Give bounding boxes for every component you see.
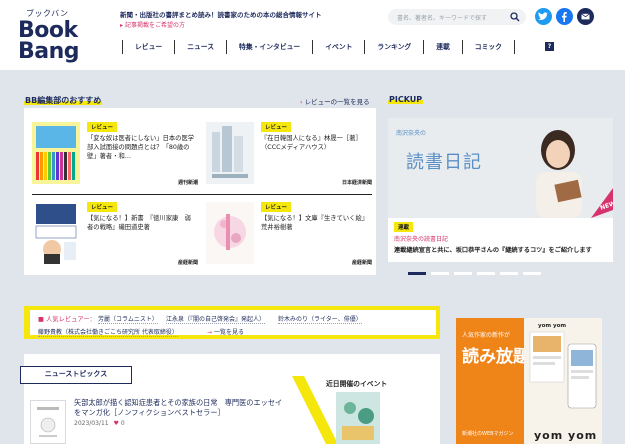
chevron-right-icon: › [300, 98, 303, 106]
help-icon[interactable]: ? [545, 42, 554, 51]
main-nav: レビュー ニュース 特集・インタビュー イベント ランキング 連載 コミック [122, 40, 515, 54]
nav-news[interactable]: ニュース [174, 40, 226, 54]
carousel-dot[interactable] [454, 272, 472, 275]
nav-series[interactable]: 連載 [423, 40, 462, 54]
review-badge: レビュー [87, 202, 118, 212]
pickup-banner[interactable]: 南沢奈央の 読書日記 NEW [388, 118, 613, 218]
pick-source: 産経新聞 [351, 260, 372, 266]
picks-panel: レビュー 「変な奴は医者にしない」日本の医学部入試面接の問題点とは？「80歳の壁… [24, 108, 376, 275]
search-box[interactable]: 書名、著者名、キーワードで探す [388, 9, 526, 25]
mail-icon[interactable] [577, 8, 594, 25]
twitter-icon[interactable] [535, 8, 552, 25]
news-item-date: 2023/03/11 [74, 420, 109, 427]
magazine-screenshots [529, 331, 597, 409]
picks-title: BB編集部のおすすめ [24, 95, 103, 106]
arrow-right-icon: → [207, 329, 214, 336]
book-cover [32, 202, 80, 264]
pickup-caption[interactable]: 連載 南沢奈央の読書日記 連載継続宣言と共に、坂口恭平さんの『継続するコツ』をご… [388, 218, 613, 262]
carousel-dot[interactable] [431, 272, 449, 275]
pickup-sub: 南沢奈央の読書日記 [394, 236, 449, 243]
upcoming-events-heading: 近日開催のイベント [326, 380, 388, 388]
event-thumbnail[interactable] [336, 392, 380, 444]
carousel-dot[interactable] [477, 272, 495, 275]
nav-ranking[interactable]: ランキング [364, 40, 423, 54]
pick-source: 産経新聞 [177, 260, 198, 266]
pickup-image-label: 南沢奈央の [396, 130, 427, 137]
pick-source: 日本経済新聞 [341, 180, 372, 186]
pick-card[interactable]: レビュー 『在日韓国人になる』林晟一［著］（CCCメディアハウス） 日本経済新聞 [206, 122, 374, 190]
site-logo[interactable]: ブックバン Book Bang [18, 8, 88, 64]
pick-title[interactable]: 【気になる！】文庫『生きていく絵』荒井裕樹著 [261, 214, 371, 232]
reviewer-link[interactable]: 鈴木みのり（ライター、俳優） [278, 314, 362, 324]
advert-brand-big: yom yom [534, 429, 598, 442]
yomyom-advert[interactable]: 人気作家の新作が 読み放題 yom yom 新潮社のWEBマガジン yom yo… [456, 318, 602, 444]
pick-card[interactable]: レビュー 【気になる！】文庫『生きていく絵』荒井裕樹著 産経新聞 [206, 202, 374, 270]
news-topics-heading: ニューストピックス [20, 366, 132, 384]
search-icon[interactable] [510, 12, 520, 22]
carousel-dot[interactable] [500, 272, 518, 275]
logo-word-bang: Bang [18, 39, 80, 64]
advert-brand: yom yom [538, 323, 567, 329]
new-ribbon: NEW [591, 188, 613, 218]
picks-more-label: レビューの一覧を見る [304, 98, 370, 106]
picks-more-link[interactable]: › レビューの一覧を見る [300, 96, 370, 106]
news-item-meta: 2023/03/11 ♥ 0 [74, 420, 125, 427]
pick-source: 週刊新潮 [177, 180, 198, 186]
pick-card[interactable]: レビュー 「変な奴は医者にしない」日本の医学部入試面接の問題点とは？「80歳の壁… [32, 122, 200, 190]
recruit-label: 記事掲載をご希望の方 [125, 22, 186, 29]
facebook-icon[interactable] [556, 8, 573, 25]
arrow-icon: ▸ [120, 22, 124, 29]
advert-headline: 読み放題 [462, 347, 530, 367]
news-item-title[interactable]: 矢部太郎が描く認知症患者とその家族の日常 専門医のエッセイをマンガ化［ノンフィク… [74, 398, 288, 419]
nav-features[interactable]: 特集・インタビュー [226, 40, 312, 54]
advert-right-panel [524, 318, 602, 444]
pick-title[interactable]: 『在日韓国人になる』林晟一［著］（CCCメディアハウス） [261, 134, 371, 152]
site-header: ブックバン Book Bang 新聞・出版社の書評まとめ読み！読書家のための本の… [0, 0, 625, 70]
advert-caption: 新潮社のWEBマガジン [462, 431, 514, 437]
news-thumbnail[interactable] [30, 400, 66, 444]
reviewer-link[interactable]: 藤野貴教（株式会社働きごこち研究所 代表取締役） [38, 327, 178, 337]
heart-icon: ♥ [113, 420, 119, 427]
nav-events[interactable]: イベント [312, 40, 364, 54]
nav-review[interactable]: レビュー [122, 40, 174, 54]
pick-title[interactable]: 【気になる！】新書 『徳川家康 弱者の戦略』磯田道史著 [87, 214, 197, 232]
reviewers-label: ■ 人気レビュアー： [38, 316, 96, 323]
review-badge: レビュー [261, 202, 292, 212]
pick-card[interactable]: レビュー 【気になる！】新書 『徳川家康 弱者の戦略』磯田道史著 産経新聞 [32, 202, 200, 270]
reviewers-more-link[interactable]: → 一覧を見る [207, 327, 244, 336]
picks-divider [32, 194, 372, 195]
reviewer-link[interactable]: 芳麗（コラムニスト） [98, 314, 158, 324]
news-item-count: 0 [120, 420, 125, 427]
review-badge: レビュー [87, 122, 118, 132]
book-cover [206, 202, 254, 264]
reviewer-link[interactable]: 江永泉（『闇の自己啓発会』発起人） [166, 314, 266, 324]
review-badge: レビュー [261, 122, 292, 132]
pick-title[interactable]: 「変な奴は医者にしない」日本の医学部入試面接の問題点とは？「80歳の壁」著者・和… [87, 134, 197, 161]
pickup-title-text: PICKUP [388, 95, 424, 104]
advert-small-text: 人気作家の新作が [462, 332, 511, 339]
carousel-dot[interactable] [523, 272, 541, 275]
recruit-link[interactable]: ▸ 記事掲載をご希望の方 [120, 20, 185, 29]
book-cover [206, 122, 254, 184]
site-tagline: 新聞・出版社の書評まとめ読み！読書家のための本の総合情報サイト [120, 11, 322, 19]
search-placeholder: 書名、著者名、キーワードで探す [397, 15, 488, 22]
carousel-dot[interactable] [408, 272, 426, 275]
reviewers-more-label: 一覧を見る [213, 329, 244, 336]
pickup-desc[interactable]: 連載継続宣言と共に、坂口恭平さんの『継続するコツ』をご紹介します [394, 245, 607, 254]
pickup-image-title: 読書日記 [406, 152, 482, 173]
picks-title-text: BB編集部のおすすめ [24, 96, 103, 105]
book-cover [32, 122, 80, 184]
carousel-dots [408, 272, 541, 275]
pickup-title: PICKUP [388, 95, 424, 104]
nav-comic[interactable]: コミック [461, 40, 515, 54]
popular-reviewers: ■ 人気レビュアー： 芳麗（コラムニスト） 江永泉（『闇の自己啓発会』発起人） … [24, 306, 440, 339]
series-badge: 連載 [394, 222, 414, 232]
